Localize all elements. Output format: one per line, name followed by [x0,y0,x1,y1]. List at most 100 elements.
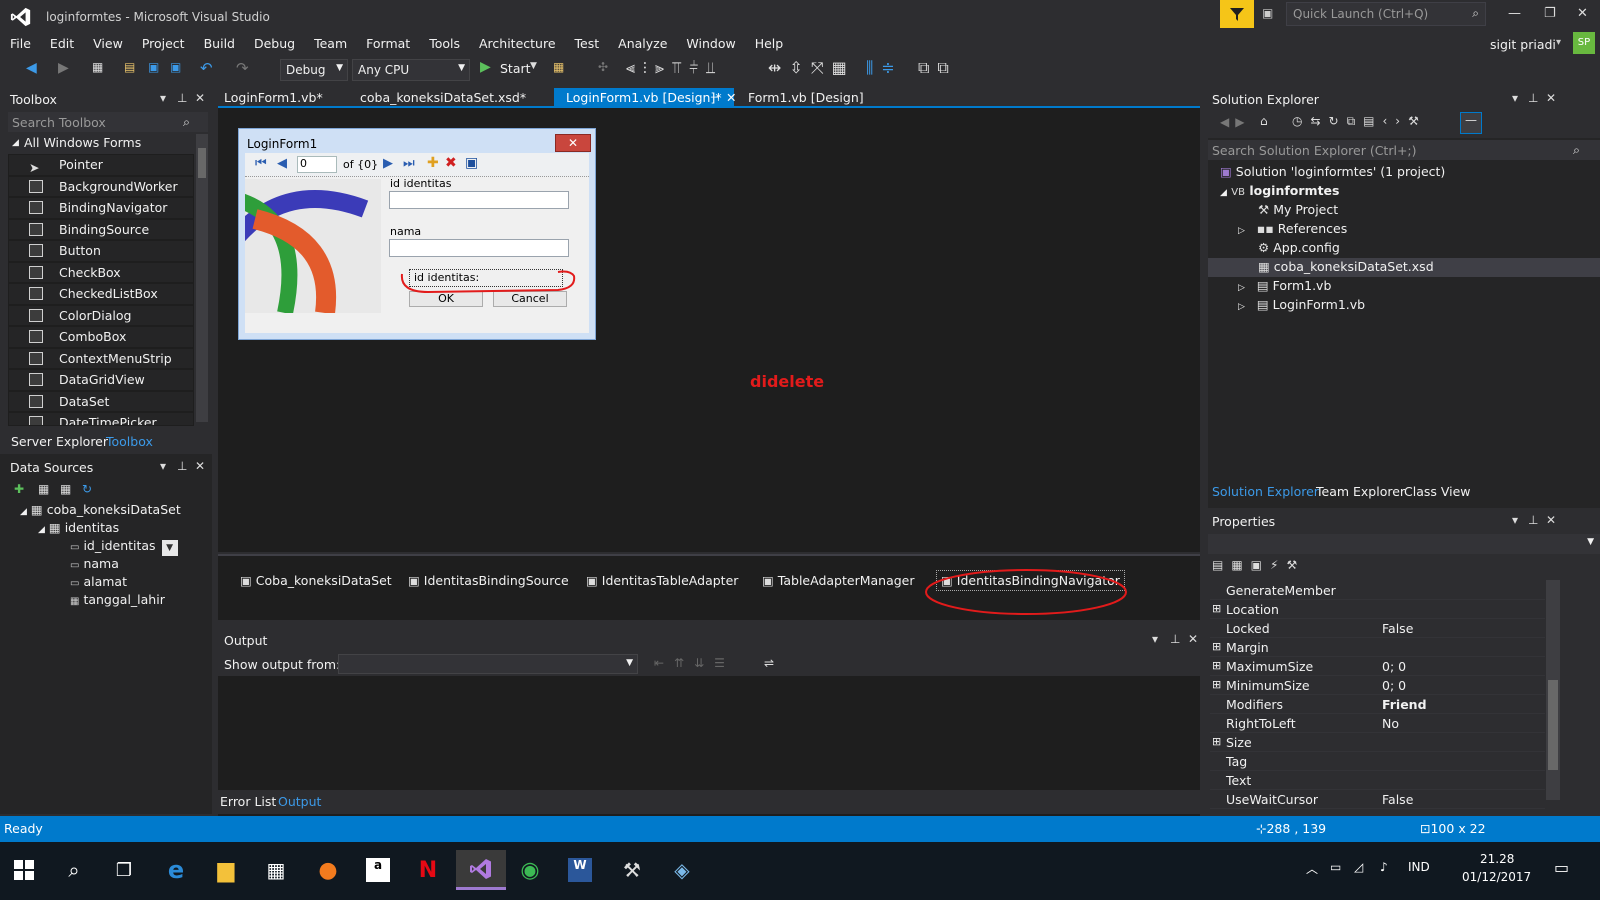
field-dropdown-icon[interactable]: ▼ [161,540,178,556]
menu-build[interactable]: Build [194,34,244,51]
user-dropdown-icon[interactable]: ▾ [1556,37,1561,48]
forward-icon[interactable]: ▶ [58,60,69,76]
property-row[interactable]: Locked False [1210,619,1545,638]
tab-form1-design[interactable]: Form1.vb [Design] [742,88,870,108]
toolbox-item[interactable]: ContextMenuStrip [8,347,194,369]
order-icons[interactable]: ⧉⧉ [918,58,957,78]
word-wrap-icon[interactable]: ⇌ [764,656,774,670]
tree-node-dataset[interactable]: ◢ ▦ coba_koneksiDataSet [20,502,181,517]
toolbox-item[interactable]: DateTimePicker [8,412,194,426]
solution-item[interactable]: ▷ ▤ Form1.vb [1238,278,1331,293]
pin-icon[interactable]: ⊥ [177,459,187,473]
move-previous-icon[interactable]: ◀ [277,156,287,171]
property-row[interactable]: Modifiers Friend [1210,695,1545,714]
save-icon[interactable]: ▣ [465,155,478,171]
toolbox-item[interactable]: ➤ Pointer [8,154,194,176]
panel-menu-icon[interactable]: ▾ [160,459,166,473]
menu-view[interactable]: View [83,34,132,51]
edit-dataset-icon[interactable]: ▦ [38,482,49,496]
toolbox-item[interactable]: ColorDialog [8,304,194,326]
tree-node-table[interactable]: ◢ ▦ identitas [38,520,119,535]
add-data-source-icon[interactable]: ✚ [14,482,24,496]
menu-debug[interactable]: Debug [244,34,304,51]
tab-error-list[interactable]: Error List [220,794,276,809]
menu-architecture[interactable]: Architecture [469,34,565,51]
refresh-icon[interactable]: ↻ [82,482,92,496]
position-input[interactable]: 0 [297,156,337,173]
save-icon[interactable]: ▣ [148,60,159,74]
tab-server-explorer[interactable]: Server Explorer [11,434,108,449]
close-icon[interactable]: ✕ [1546,513,1556,527]
property-row[interactable]: ⊞ Size [1210,733,1545,752]
properties-scrollbar[interactable] [1546,580,1560,800]
solution-config-select[interactable]: Debug ▼ [280,59,348,81]
menu-team[interactable]: Team [304,34,356,51]
toolbox-scrollbar[interactable] [196,134,208,422]
netflix-icon[interactable]: N [406,850,450,890]
se-toolbar-icons[interactable]: ◷⇆↻⧉▤‹›⚒ [1292,114,1427,129]
close-icon[interactable]: ✕ [1546,91,1556,105]
tree-node-field[interactable]: ▦ tanggal_lahir [70,592,165,607]
close-icon[interactable]: ✕ [1188,632,1198,646]
chrome-icon[interactable]: ◉ [508,850,552,890]
menu-window[interactable]: Window [676,34,744,51]
feedback-filter-icon[interactable] [1220,0,1254,28]
tab-dataset-xsd[interactable]: coba_koneksiDataSet.xsd* [354,88,532,108]
property-row[interactable]: GenerateMember [1210,581,1545,600]
expand-icon[interactable]: ⊞ [1212,678,1221,691]
toolbox-item[interactable]: DataGridView [8,369,194,391]
find-in-files-icon[interactable]: ▦ [553,60,564,74]
menu-file[interactable]: File [0,34,40,51]
start-menu-icon[interactable] [2,850,46,890]
move-first-icon[interactable]: ⏮ [255,156,267,171]
user-name[interactable]: sigit priadi [1490,37,1556,52]
input-language[interactable]: IND [1408,860,1430,874]
configure-dataset-icon[interactable]: ▦ [60,482,71,496]
property-row[interactable]: UseWaitCursor False [1210,790,1545,809]
form-close-button[interactable]: ✕ [555,134,591,152]
volume-icon[interactable]: ♪ [1380,860,1388,874]
toolbox-search-input[interactable]: Search Toolbox ⌕ [8,112,208,132]
menu-test[interactable]: Test [565,34,609,51]
search-icon[interactable]: ⌕ [52,850,96,890]
menu-project[interactable]: Project [132,34,194,51]
notification-icon[interactable]: ▣ [1262,6,1273,20]
restore-button[interactable]: ❐ [1544,6,1556,21]
action-center-icon[interactable]: ▭ [1554,858,1569,877]
output-source-select[interactable]: ▼ [338,654,638,674]
move-last-icon[interactable]: ⏭ [403,156,415,171]
battery-icon[interactable]: ▭ [1330,860,1341,874]
tree-node-field[interactable]: ▭ id_identitas ▼ [70,538,178,556]
property-row[interactable]: RightToLeft No [1210,714,1545,733]
file-explorer-icon[interactable]: ▆ [204,850,248,890]
property-row[interactable]: ⊞ Margin [1210,638,1545,657]
edge-icon[interactable]: e [154,850,198,890]
tab-toolbox[interactable]: Toolbox [106,434,153,449]
toolbox-item[interactable]: DataSet [8,390,194,412]
project-node[interactable]: ◢ VB loginformtes [1220,183,1339,198]
id-identitas-textbox[interactable] [389,191,569,209]
expand-icon[interactable]: ⊞ [1212,640,1221,653]
close-window-button[interactable]: ✕ [1577,6,1588,21]
pin-icon[interactable]: ⊥ [1528,513,1538,527]
property-row[interactable]: ⊞ MaximumSize 0; 0 [1210,657,1545,676]
close-tab-icon[interactable]: ✕ [720,88,742,108]
toolbox-item[interactable]: BindingSource [8,218,194,240]
property-row[interactable]: ⊞ MinimumSize 0; 0 [1210,676,1545,695]
properties-toolbar-icons[interactable]: ▤▦▣⚡⚒ [1212,558,1305,572]
solution-item[interactable]: ⚒ My Project [1258,202,1338,217]
binding-navigator-strip[interactable]: ⏮ ◀ 0 of {0} ▶ ⏭ ✚ ✖ ▣ [245,153,589,177]
toolbox-item[interactable]: BindingNavigator [8,197,194,219]
tray-component[interactable]: ▣ IdentitasTableAdapter [586,573,738,588]
login-form-window[interactable]: LoginForm1 ✕ ⏮ ◀ 0 of {0} ▶ ⏭ ✚ ✖ ▣ id i… [238,128,596,340]
property-row[interactable]: Tag [1210,752,1545,771]
toolbox-item[interactable]: CheckBox [8,261,194,283]
nama-textbox[interactable] [389,239,569,257]
toolbox-group-header[interactable]: ◢ All Windows Forms [8,134,194,154]
layout-size-icons[interactable]: ⇹⇳⤧▦ [768,58,855,78]
toolbox-item[interactable]: ComboBox [8,326,194,348]
menu-tools[interactable]: Tools [419,34,469,51]
clock-date[interactable]: 01/12/2017 [1462,870,1531,884]
tree-node-field[interactable]: ▭ alamat [70,574,127,589]
visual-studio-taskbar-icon[interactable] [456,850,506,890]
